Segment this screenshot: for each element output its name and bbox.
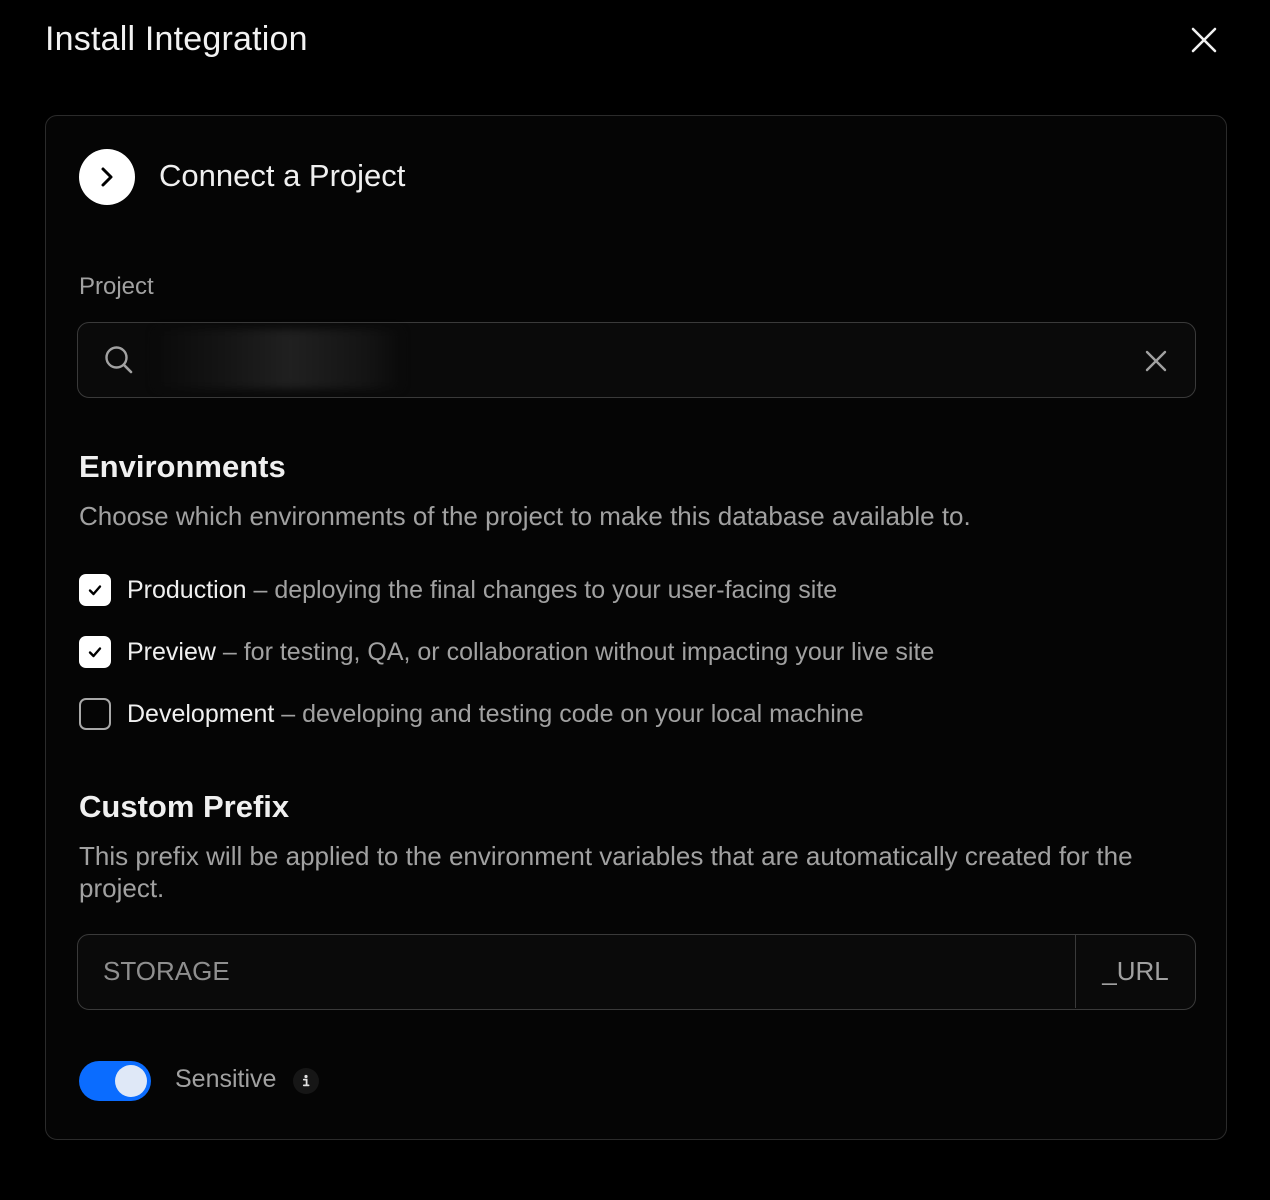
sensitive-label: Sensitive: [175, 1065, 277, 1093]
prefix-input[interactable]: [78, 935, 1075, 1008]
step-title: Connect a Project: [159, 158, 406, 193]
close-button[interactable]: [1184, 20, 1224, 60]
install-integration-dialog: Install Integration Connect a Project Pr…: [0, 0, 1270, 1200]
custom-prefix-title: Custom Prefix: [79, 789, 290, 824]
env-description: – developing and testing code on your lo…: [281, 699, 864, 728]
project-search-field[interactable]: [77, 322, 1196, 398]
project-search-value[interactable]: [154, 329, 402, 389]
step-indicator: [79, 149, 135, 205]
project-label: Project: [79, 273, 154, 300]
close-icon: [1191, 27, 1217, 53]
environments-title: Environments: [79, 449, 286, 484]
env-name: Production: [127, 575, 247, 604]
clear-icon: [1145, 350, 1167, 372]
custom-prefix-field: _URL: [77, 934, 1196, 1010]
env-name: Preview: [127, 637, 216, 666]
preview-checkbox[interactable]: [79, 636, 111, 668]
env-option-production[interactable]: Production – deploying the final changes…: [79, 574, 837, 606]
development-checkbox[interactable]: [79, 698, 111, 730]
custom-prefix-description: This prefix will be applied to the envir…: [79, 841, 1133, 903]
toggle-knob: [115, 1065, 147, 1097]
env-name: Development: [127, 699, 275, 728]
sensitive-toggle[interactable]: [79, 1061, 151, 1101]
prefix-suffix: _URL: [1075, 935, 1195, 1008]
environments-description: Choose which environments of the project…: [79, 501, 971, 531]
connect-project-card: Connect a Project Project Environments C…: [45, 115, 1227, 1140]
dialog-title: Install Integration: [45, 20, 308, 58]
info-glyph: [302, 1074, 310, 1087]
env-option-preview[interactable]: Preview – for testing, QA, or collaborat…: [79, 636, 934, 668]
info-icon[interactable]: [293, 1068, 319, 1094]
chevron-right-icon: [101, 167, 113, 187]
env-description: – deploying the final changes to your us…: [253, 575, 838, 604]
check-icon: [88, 647, 102, 658]
clear-search-button[interactable]: [1142, 347, 1170, 375]
env-option-development[interactable]: Development – developing and testing cod…: [79, 698, 864, 730]
check-icon: [88, 585, 102, 596]
production-checkbox[interactable]: [79, 574, 111, 606]
env-description: – for testing, QA, or collaboration with…: [222, 637, 935, 666]
search-icon: [105, 346, 133, 374]
